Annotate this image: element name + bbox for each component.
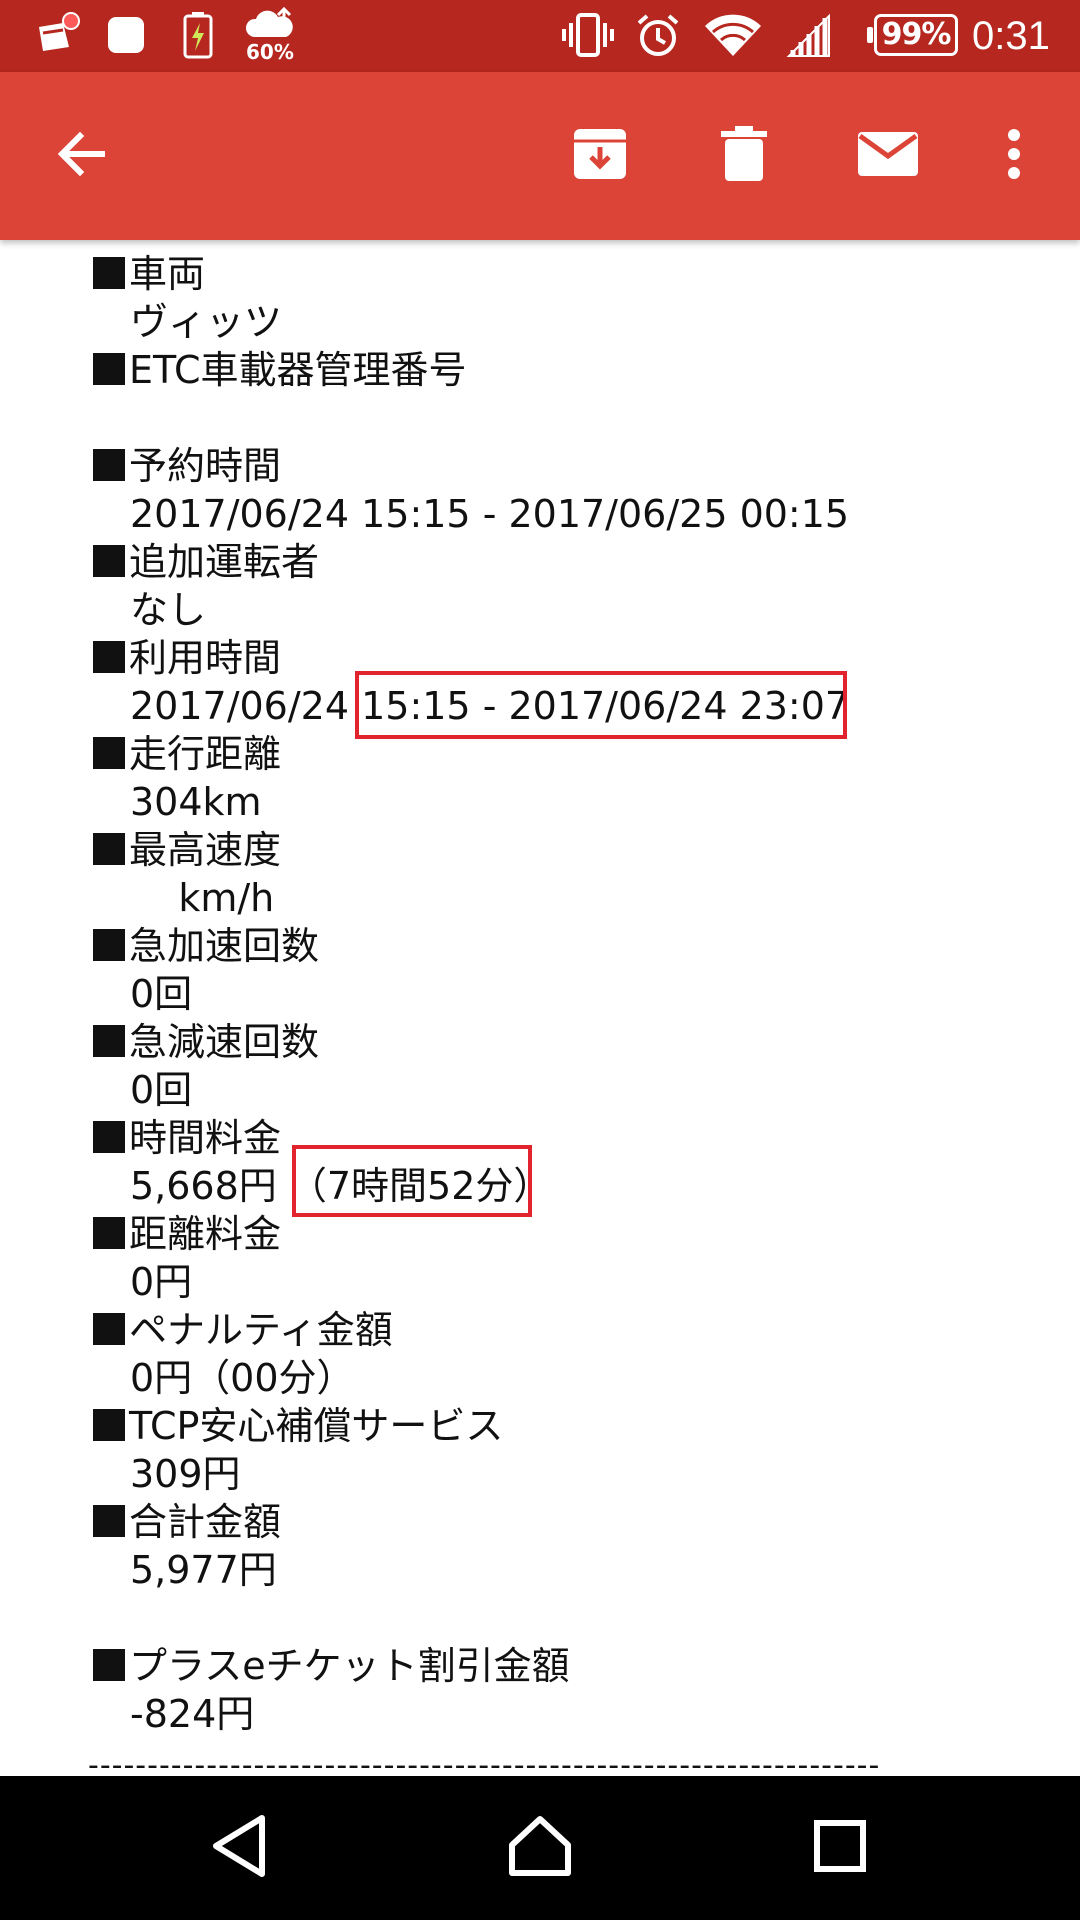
alarm-icon bbox=[632, 10, 684, 60]
bullet-square bbox=[93, 449, 125, 481]
mark-unread-button[interactable] bbox=[848, 116, 928, 196]
nav-back-button[interactable] bbox=[190, 1798, 290, 1898]
bullet-square bbox=[93, 1649, 125, 1681]
bullet-square bbox=[93, 641, 125, 673]
bullet-square bbox=[93, 929, 125, 961]
status-bar: 60% 99% 0:31 bbox=[0, 0, 1080, 72]
delete-icon bbox=[719, 125, 769, 187]
bullet-square bbox=[93, 257, 125, 289]
delete-button[interactable] bbox=[704, 116, 784, 196]
archive-button[interactable] bbox=[560, 116, 640, 196]
nav-home-button[interactable] bbox=[490, 1798, 590, 1898]
section-label: 急加速回数 bbox=[93, 898, 319, 994]
bullet-square bbox=[93, 545, 125, 577]
divider-line: ----------------------------------------… bbox=[88, 1748, 878, 1776]
notification-app-icon bbox=[32, 10, 82, 60]
total-amount-value: 5,977円 bbox=[130, 1548, 277, 1592]
wifi-icon bbox=[702, 10, 764, 60]
usage-time-highlight bbox=[355, 671, 847, 739]
bullet-square bbox=[93, 1409, 125, 1441]
battery-percent: 99% bbox=[867, 14, 958, 56]
status-clock: 0:31 bbox=[972, 14, 1050, 58]
square-app-icon bbox=[104, 10, 148, 60]
vibrate-icon bbox=[560, 10, 616, 60]
nav-recents-icon bbox=[813, 1819, 867, 1877]
bullet-square bbox=[93, 833, 125, 865]
more-options-button[interactable] bbox=[974, 116, 1054, 196]
more-vert-icon bbox=[1006, 128, 1022, 184]
cloud-percent-label: 60% bbox=[246, 40, 294, 64]
mark-unread-icon bbox=[856, 130, 920, 182]
bullet-square bbox=[93, 1313, 125, 1345]
bullet-square bbox=[93, 1505, 125, 1537]
bullet-square bbox=[93, 737, 125, 769]
bullet-square bbox=[93, 353, 125, 385]
bullet-square bbox=[93, 1025, 125, 1057]
bullet-square bbox=[93, 1121, 125, 1153]
section-label: ETC車載器管理番号 bbox=[93, 322, 467, 418]
bullet-square bbox=[93, 1217, 125, 1249]
archive-icon bbox=[571, 125, 629, 187]
email-body[interactable]: 車両 ヴィッツ ETC車載器管理番号 予約時間 2017/06/24 15:15… bbox=[0, 240, 1080, 1776]
app-bar bbox=[0, 72, 1080, 240]
section-label: 急減速回数 bbox=[93, 994, 319, 1090]
battery-charging-icon bbox=[178, 10, 218, 60]
nav-recents-button[interactable] bbox=[790, 1798, 890, 1898]
nav-back-icon bbox=[210, 1814, 270, 1882]
duration-highlight bbox=[292, 1145, 532, 1217]
nav-home-icon bbox=[508, 1815, 572, 1881]
navigation-bar bbox=[0, 1776, 1080, 1920]
signal-icon bbox=[784, 10, 834, 60]
back-arrow-icon bbox=[54, 126, 110, 186]
cloud-upload-icon bbox=[244, 6, 296, 42]
back-button[interactable] bbox=[42, 116, 122, 196]
